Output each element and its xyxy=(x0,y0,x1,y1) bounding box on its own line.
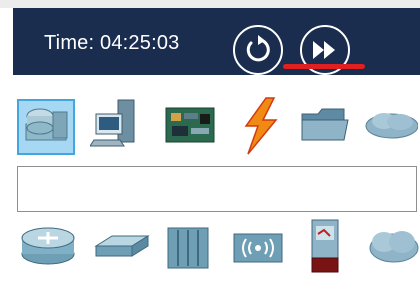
connections-icon xyxy=(244,97,278,155)
time-prefix: Time: xyxy=(44,32,101,54)
network-devices-icon xyxy=(25,108,68,141)
category-network-devices[interactable] xyxy=(18,96,74,156)
device-search-input[interactable] xyxy=(17,166,417,212)
category-components[interactable] xyxy=(162,96,218,156)
subtype-hubs[interactable] xyxy=(162,216,218,276)
wan-emulation-icon xyxy=(369,231,419,263)
switches-icon xyxy=(94,235,150,257)
subtype-wireless-devices[interactable] xyxy=(230,216,286,276)
category-miscellaneous[interactable] xyxy=(298,96,354,156)
hubs-icon xyxy=(167,227,209,269)
subtype-wan-emulation[interactable] xyxy=(364,216,420,276)
time-value: 04:25:03 xyxy=(100,32,180,54)
multiuser-connection-icon xyxy=(365,113,418,139)
category-connections[interactable] xyxy=(232,96,288,156)
reset-time-icon xyxy=(246,35,270,62)
miscellaneous-icon xyxy=(301,108,349,141)
wireless-devices-icon xyxy=(233,233,283,263)
components-icon xyxy=(165,107,215,143)
routers-icon xyxy=(21,227,75,265)
end-devices-icon xyxy=(90,99,135,147)
subtype-switches[interactable] xyxy=(92,216,150,276)
simulation-time-display: Time: 04:25:03 xyxy=(44,32,179,55)
fast-forward-active-indicator xyxy=(283,64,365,69)
subtype-routers[interactable] xyxy=(18,216,75,276)
device-subtype-row xyxy=(0,216,420,276)
device-category-row xyxy=(0,96,420,156)
window-top-edge xyxy=(0,0,420,8)
subtype-security[interactable] xyxy=(302,216,358,276)
security-icon xyxy=(311,219,339,273)
reset-simulation-button[interactable] xyxy=(233,25,283,75)
category-multiuser-connection[interactable] xyxy=(362,96,418,156)
category-end-devices[interactable] xyxy=(90,96,146,156)
